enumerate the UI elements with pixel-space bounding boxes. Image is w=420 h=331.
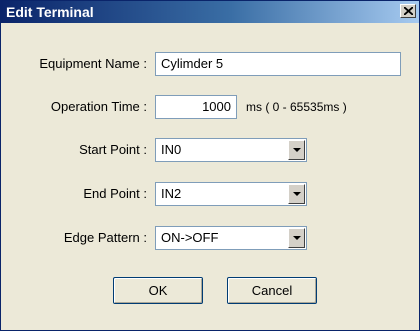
end-point-select[interactable]: IN2 xyxy=(155,182,307,206)
edge-pattern-label: Edge Pattern : xyxy=(63,230,147,245)
cancel-button[interactable]: Cancel xyxy=(227,277,317,304)
start-point-select[interactable]: IN0 xyxy=(155,138,307,162)
chevron-down-icon xyxy=(293,192,301,196)
operation-time-label: Operation Time : xyxy=(50,99,147,114)
edge-pattern-dropdown-button[interactable] xyxy=(288,228,305,248)
chevron-down-icon xyxy=(293,236,301,240)
end-point-value: IN2 xyxy=(161,186,182,201)
close-button[interactable] xyxy=(400,4,416,18)
start-point-label: Start Point : xyxy=(79,142,147,157)
operation-time-unit: ms ( 0 - 65535ms ) xyxy=(246,100,347,114)
equipment-name-input[interactable]: Cylimder 5 xyxy=(155,52,401,76)
edge-pattern-value: ON->OFF xyxy=(161,230,219,245)
chevron-down-icon xyxy=(293,148,301,152)
ok-button[interactable]: OK xyxy=(113,277,203,304)
edge-pattern-select[interactable]: ON->OFF xyxy=(155,226,307,250)
close-icon xyxy=(404,7,413,15)
start-point-dropdown-button[interactable] xyxy=(288,140,305,160)
title-bar[interactable]: Edit Terminal xyxy=(1,1,419,23)
operation-time-input[interactable]: 1000 xyxy=(155,95,237,119)
end-point-label: End Point : xyxy=(83,186,147,201)
end-point-dropdown-button[interactable] xyxy=(288,184,305,204)
equipment-name-label: Equipment Name : xyxy=(39,56,147,71)
window-title: Edit Terminal xyxy=(6,4,94,20)
start-point-value: IN0 xyxy=(161,142,182,157)
edit-terminal-dialog: Edit Terminal Equipment Name : Cylimder … xyxy=(0,0,420,331)
